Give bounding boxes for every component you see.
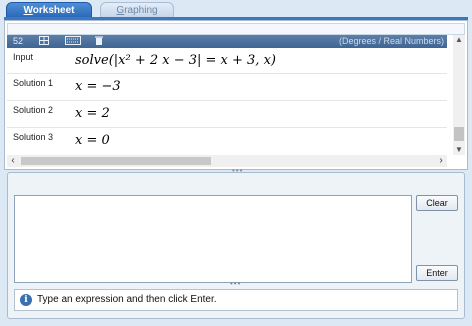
grid-icon[interactable] [39,36,49,47]
vertical-scrollbar[interactable]: ▲ ▼ [453,35,465,155]
row-label: Solution 2 [13,105,54,115]
font-size-selector[interactable]: 52 [13,36,23,47]
scroll-up-icon[interactable]: ▲ [453,35,465,45]
row-expression: x = 2 [75,106,110,121]
status-text: Type an expression and then click Enter. [37,294,217,305]
tab-worksheet-mnemonic: W [23,5,33,16]
worksheet-row[interactable]: Input solve(|x² + 2 x − 3| = x + 3, x) [7,48,447,74]
clear-button[interactable]: Clear [416,195,458,211]
tab-worksheet[interactable]: Worksheet [6,2,92,18]
scroll-down-icon[interactable]: ▼ [453,145,465,155]
horizontal-scroll-thumb[interactable] [21,157,211,165]
row-label: Input [13,52,34,62]
row-expression: solve(|x² + 2 x − 3| = x + 3, x) [75,53,276,68]
worksheet-row[interactable]: Solution 3 x = 0 [7,128,447,154]
worksheet-toolbar: 52 (Degrees / Real Numbers) [7,35,447,48]
angle-mode-indicator: (Degrees / Real Numbers) [338,36,444,46]
resize-grip-icon[interactable]: ••• [230,279,241,288]
worksheet-row[interactable]: Solution 1 x = −3 [7,74,447,101]
row-expression: x = −3 [75,79,121,94]
expression-input[interactable] [14,195,412,283]
row-label: Solution 3 [13,132,54,142]
entry-panel: Clear Enter ••• i Type an expression and… [7,172,465,319]
ruler [7,23,465,35]
keyboard-icon[interactable] [65,36,81,47]
tab-worksheet-label: orksheet [32,5,75,16]
tab-graphing[interactable]: Graphing [100,2,174,18]
enter-button[interactable]: Enter [416,265,458,281]
scroll-right-icon[interactable]: › [435,155,447,167]
scroll-left-icon[interactable]: ‹ [7,155,19,167]
row-label: Solution 1 [13,78,54,88]
worksheet-row[interactable]: Solution 2 x = 2 [7,101,447,128]
trash-icon[interactable] [95,36,103,47]
vertical-scroll-thumb[interactable] [454,127,464,141]
tab-graphing-label: raphing [124,5,158,16]
row-expression: x = 0 [75,133,110,148]
worksheet-panel: 52 (Degrees / Real Numbers) Input solve(… [4,20,468,170]
info-icon: i [20,294,32,306]
horizontal-scrollbar[interactable]: ‹ › [7,155,447,167]
status-bar: i Type an expression and then click Ente… [14,289,458,311]
worksheet-rows: Input solve(|x² + 2 x − 3| = x + 3, x) S… [7,48,447,154]
